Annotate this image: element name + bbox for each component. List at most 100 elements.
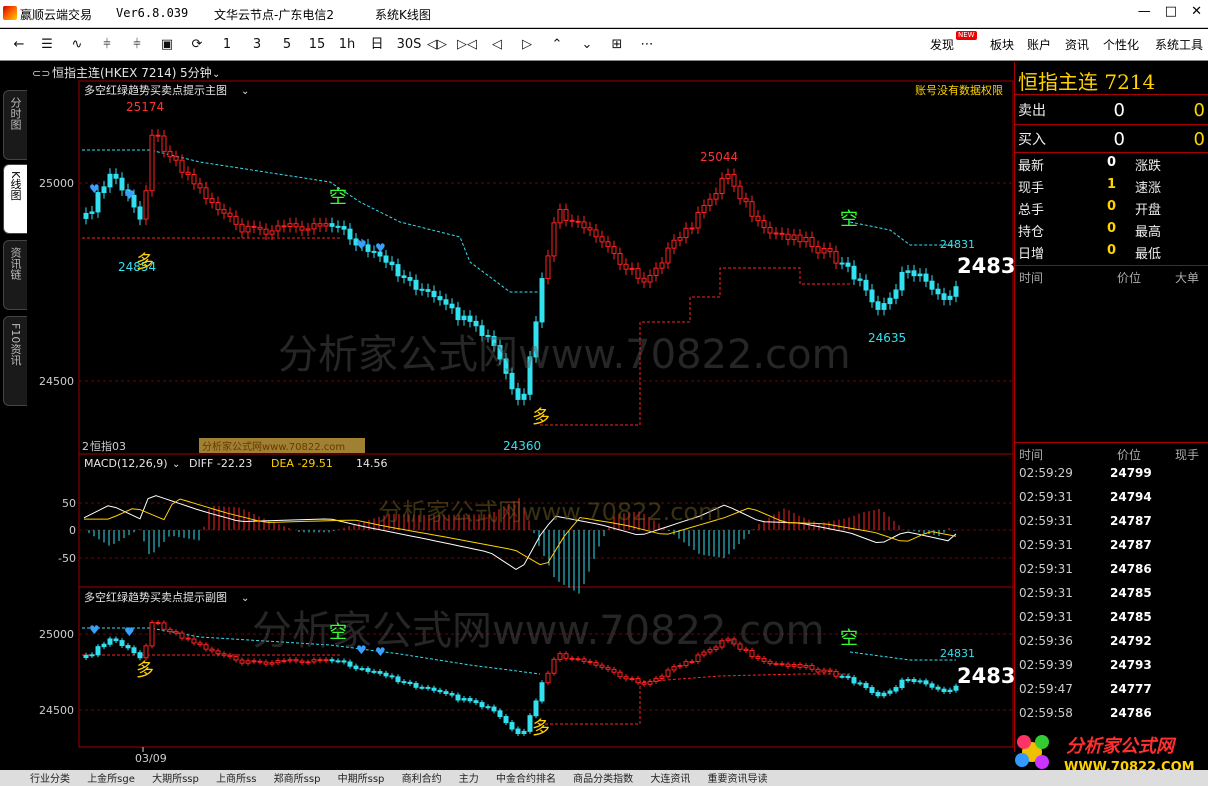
more-icon[interactable]: ⋯ [636, 35, 658, 55]
back-icon[interactable]: ← [8, 35, 30, 55]
status-item[interactable]: 中金合约排名 [496, 774, 556, 785]
period-3min-button[interactable]: 3 [246, 35, 268, 55]
candle [545, 255, 551, 280]
period-chevron-icon[interactable]: ⌄ [212, 69, 220, 80]
sub-indicator-chevron-icon[interactable]: ⌄ [241, 593, 249, 604]
candle [605, 241, 611, 248]
scroll-left-icon[interactable]: ◁ [486, 35, 508, 55]
sub-indicator-name[interactable]: 多空红绿趋势买卖点提示副图 [84, 590, 227, 604]
link-icon[interactable]: ⊂⊃ [32, 67, 50, 80]
up-icon[interactable]: ⌃ [546, 35, 568, 55]
tick-price: 24787 [1110, 514, 1152, 528]
down-icon[interactable]: ⌄ [576, 35, 598, 55]
status-item[interactable]: 中期所ssp [338, 774, 385, 785]
status-item[interactable]: 上金所sge [87, 774, 135, 785]
candle [503, 716, 509, 724]
candle [755, 215, 761, 222]
status-item[interactable]: 大连资讯 [650, 774, 690, 785]
period-day-button[interactable]: 日 [366, 35, 388, 55]
status-item[interactable]: 行业分类 [30, 774, 70, 785]
period-15min-button[interactable]: 15 [306, 35, 328, 55]
kline-icon[interactable]: ⫩ [96, 35, 118, 55]
period-dropdown[interactable]: 5分钟 [180, 65, 212, 80]
candle [359, 668, 365, 671]
col-header-price: 价位 [1117, 271, 1142, 285]
candle [635, 267, 641, 279]
symbol-label[interactable]: 恒指主连(HKEX 7214) [52, 65, 176, 80]
watermark-main: 分析家公式网www.70822.com [278, 332, 851, 378]
kline-alt-icon[interactable]: ⫩ [126, 35, 148, 55]
candle [941, 688, 947, 693]
period-1min-button[interactable]: 1 [216, 35, 238, 55]
candle [509, 722, 515, 730]
candle [239, 659, 245, 664]
candle [83, 654, 89, 659]
period-1h-button[interactable]: 1h [336, 35, 358, 55]
y-tick: 25000 [39, 177, 74, 190]
period-30s-button[interactable]: 30S [394, 35, 424, 55]
chart-area[interactable]: ⊂⊃ 恒指主连(HKEX 7214) 5分钟 ⌄ 25000 24500 50 … [0, 62, 1014, 768]
candle [641, 277, 647, 283]
scroll-right-icon[interactable]: ▷ [516, 35, 538, 55]
candle [869, 687, 875, 694]
status-item[interactable]: 郑商所ssp [274, 774, 321, 785]
date-label: 03/09 [135, 752, 167, 765]
zoom-out-icon[interactable]: ◁▷ [426, 35, 448, 55]
status-item[interactable]: 大期所ssp [152, 774, 199, 785]
stat-label: 总手 [1018, 203, 1045, 218]
status-item[interactable]: 商利合约 [402, 774, 442, 785]
candle [281, 660, 287, 663]
stat-value: 0 [1106, 221, 1116, 236]
refresh-icon[interactable]: ⟳ [186, 35, 208, 55]
candle [839, 675, 845, 678]
candle [773, 663, 779, 666]
list-icon[interactable]: ☰ [36, 35, 58, 55]
menu-personalize[interactable]: 个性化 [1103, 36, 1139, 53]
macd-chevron-icon[interactable]: ⌄ [172, 459, 180, 470]
sub-long-signal: 多 [532, 718, 550, 739]
stat-value: 0 [1106, 243, 1116, 258]
menu-sectors[interactable]: 板块 [990, 36, 1014, 53]
menu-discover[interactable]: 发现 [930, 36, 954, 53]
candle [479, 702, 485, 708]
candle [443, 691, 449, 695]
save-icon[interactable]: ▣ [156, 35, 178, 55]
close-button[interactable]: ✕ [1191, 4, 1202, 19]
candle [833, 670, 839, 677]
candle [113, 173, 119, 179]
candle [293, 659, 299, 662]
candle [611, 668, 617, 673]
candle [263, 228, 269, 235]
menu-system-tools[interactable]: 系统工具 [1155, 36, 1207, 53]
tick-price: 24785 [1110, 586, 1152, 600]
status-item[interactable]: 重要资讯导读 [708, 774, 768, 785]
candle [833, 251, 839, 264]
short-signal: 空 [329, 187, 347, 208]
status-item[interactable]: 上商所ss [216, 774, 256, 785]
main-trend-lines [82, 149, 956, 426]
candle [395, 676, 401, 683]
candle [293, 223, 299, 228]
main-indicator-name[interactable]: 多空红绿趋势买卖点提示主图 [84, 83, 227, 97]
layout-icon[interactable]: ⊞ [606, 35, 628, 55]
minimize-button[interactable]: — [1138, 4, 1151, 19]
menu-news[interactable]: 资讯 [1065, 36, 1089, 53]
candle [461, 698, 467, 701]
stat-label: 持仓 [1018, 225, 1045, 240]
candle [653, 677, 659, 682]
candle [641, 682, 647, 685]
menu-account[interactable]: 账户 [1027, 36, 1051, 53]
maximize-button[interactable]: □ [1165, 4, 1177, 19]
zoom-in-icon[interactable]: ▷◁ [456, 35, 478, 55]
candle [599, 664, 605, 668]
period-5min-button[interactable]: 5 [276, 35, 298, 55]
status-item[interactable]: 主力 [459, 774, 479, 785]
candle [443, 299, 449, 305]
timeshare-icon[interactable]: ∿ [66, 35, 88, 55]
tick-time: 02:59:31 [1019, 514, 1073, 528]
macd-label[interactable]: MACD(12,26,9) [84, 457, 168, 470]
candle [455, 307, 461, 321]
stat-label: 最新 [1018, 159, 1045, 174]
status-item[interactable]: 商品分类指数 [573, 774, 633, 785]
indicator-chevron-icon[interactable]: ⌄ [241, 86, 249, 97]
